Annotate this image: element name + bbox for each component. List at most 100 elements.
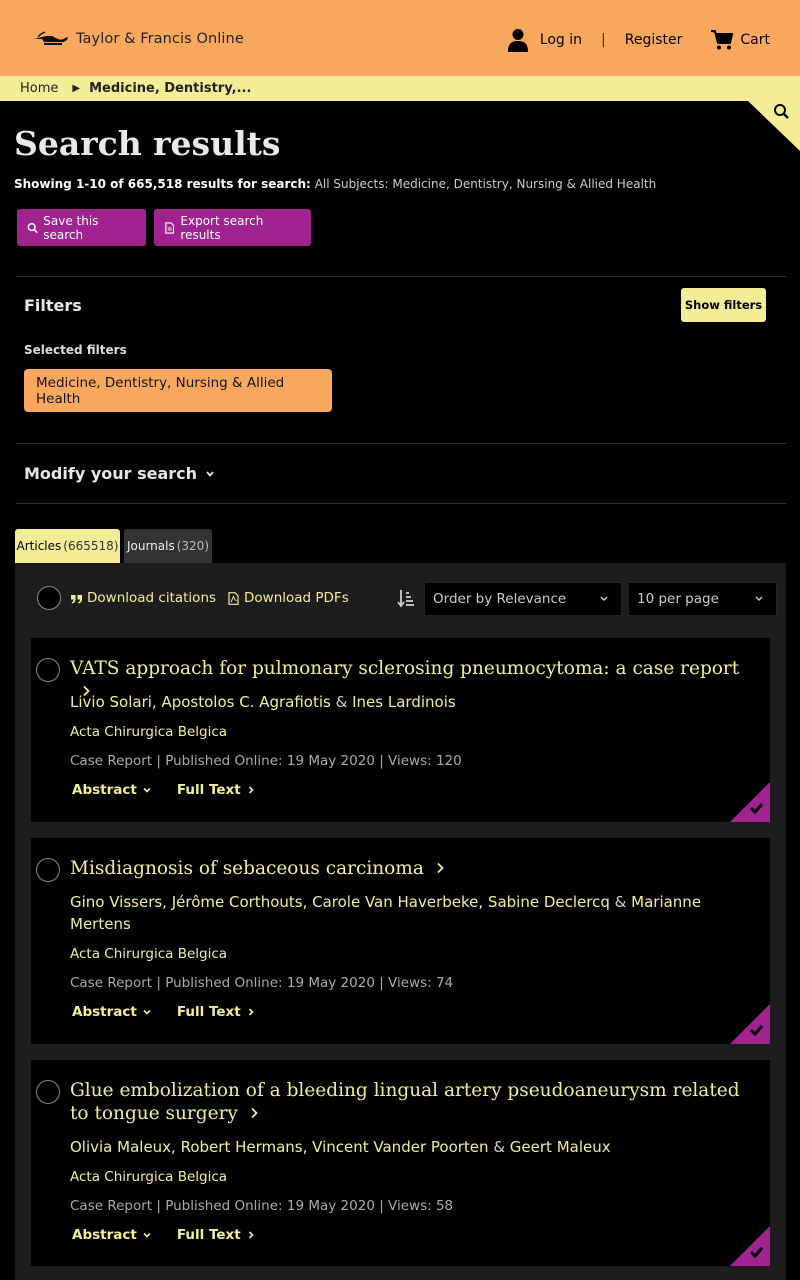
breadcrumb: Home ▶ Medicine, Dentistry,... [0, 76, 800, 101]
order-select-value: Order by Relevance [433, 591, 567, 607]
chevron-right-icon [437, 862, 444, 874]
result-checkbox[interactable] [36, 858, 60, 882]
user-icon [507, 29, 528, 52]
site-logo[interactable]: Taylor & Francis Online [32, 24, 244, 54]
full-text-link[interactable]: Full Text [177, 1227, 255, 1243]
download-pdfs-label: Download PDFs [244, 590, 349, 606]
chevron-down-icon [755, 596, 763, 601]
result-authors-list[interactable]: Olivia Maleux, Robert Hermans, Vincent V… [70, 1138, 489, 1156]
result-author-last[interactable]: Geert Maleux [510, 1138, 611, 1156]
chevron-right-icon [248, 1231, 254, 1239]
nav-separator: | [601, 32, 606, 48]
tab-journals-label: Journals [126, 539, 175, 553]
lamp-logo-icon [32, 28, 70, 50]
result-title-link[interactable]: Glue embolization of a bleeding lingual … [70, 1079, 740, 1125]
chevron-right-icon [251, 1107, 258, 1119]
result-authors: Olivia Maleux, Robert Hermans, Vincent V… [70, 1136, 730, 1158]
tab-journals[interactable]: Journals (320) [124, 529, 212, 563]
select-all-checkbox[interactable] [37, 586, 61, 610]
tab-journals-count: (320) [176, 539, 210, 553]
result-links: Abstract Full Text [72, 1004, 255, 1020]
result-journal[interactable]: Acta Chirurgica Belgica [70, 1169, 227, 1185]
breadcrumb-home[interactable]: Home [20, 81, 58, 96]
sort-icon[interactable] [397, 588, 415, 608]
result-links: Abstract Full Text [72, 1227, 255, 1243]
access-checkmark-icon [730, 782, 770, 822]
chevron-down-icon [206, 470, 214, 477]
download-citations-label: Download citations [87, 590, 217, 606]
abstract-toggle[interactable]: Abstract [72, 1004, 151, 1020]
order-select[interactable]: Order by Relevance [424, 582, 622, 616]
page-title: Search results [14, 124, 281, 163]
export-results-label: Export search results [180, 213, 264, 242]
result-meta: Case Report | Published Online: 19 May 2… [70, 975, 454, 991]
divider [16, 276, 786, 277]
result-title: Glue embolization of a bleeding lingual … [70, 1080, 740, 1124]
chevron-down-icon [600, 596, 608, 601]
result-authors-list[interactable]: Livio Solari, Apostolos C. Agrafiotis [70, 693, 331, 711]
result-author-last[interactable]: Ines Lardinois [352, 693, 456, 711]
result-card: VATS approach for pulmonary sclerosing p… [31, 638, 770, 822]
tab-articles-count: (665518) [63, 539, 119, 553]
full-text-link[interactable]: Full Text [177, 1004, 255, 1020]
abstract-label: Abstract [72, 782, 137, 798]
download-citations-link[interactable]: Download citations [70, 590, 216, 606]
abstract-label: Abstract [72, 1004, 137, 1020]
author-ampersand: & [335, 693, 348, 711]
chevron-down-icon [143, 1232, 151, 1238]
tab-articles-label: Articles [16, 539, 62, 553]
divider [16, 503, 786, 504]
result-title: Misdiagnosis of sebaceous carcinoma [70, 858, 424, 879]
result-card: Misdiagnosis of sebaceous carcinoma Gino… [31, 838, 770, 1044]
result-meta: Case Report | Published Online: 19 May 2… [70, 753, 462, 769]
abstract-toggle[interactable]: Abstract [72, 1227, 151, 1243]
selected-filters-label: Selected filters [24, 343, 127, 357]
full-text-link[interactable]: Full Text [177, 782, 255, 798]
results-summary: Showing 1-10 of 665,518 results for sear… [14, 177, 656, 191]
result-checkbox[interactable] [36, 658, 60, 682]
modify-search-toggle[interactable]: Modify your search [24, 464, 215, 483]
result-journal[interactable]: Acta Chirurgica Belgica [70, 724, 227, 740]
full-text-label: Full Text [176, 1227, 241, 1243]
selected-filter-chip[interactable]: Medicine, Dentistry, Nursing & Allied He… [24, 369, 332, 412]
results-toolbar: Download citations Download PDFs Order b… [15, 563, 786, 635]
divider [16, 443, 786, 444]
result-title-link[interactable]: Misdiagnosis of sebaceous carcinoma [70, 857, 740, 880]
result-authors: Gino Vissers, Jérôme Corthouts, Carole V… [70, 891, 730, 935]
tab-articles[interactable]: Articles (665518) [15, 529, 120, 569]
result-title: VATS approach for pulmonary sclerosing p… [70, 658, 740, 679]
result-checkbox[interactable] [36, 1080, 60, 1104]
per-page-value: 10 per page [637, 591, 719, 607]
author-ampersand: & [493, 1138, 506, 1156]
result-authors: Livio Solari, Apostolos C. Agrafiotis & … [70, 691, 730, 713]
chevron-right-icon [248, 1008, 254, 1016]
full-text-label: Full Text [176, 1004, 241, 1020]
show-filters-button[interactable]: Show filters [681, 288, 766, 322]
breadcrumb-current[interactable]: Medicine, Dentistry,... [89, 81, 251, 96]
export-results-button[interactable]: Export search results [154, 209, 311, 246]
search-toggle-icon[interactable] [748, 101, 800, 151]
register-link[interactable]: Register [625, 32, 683, 48]
logo-text: Taylor & Francis Online [76, 31, 244, 47]
full-text-label: Full Text [176, 782, 241, 798]
file-icon [165, 221, 175, 234]
search-icon [27, 222, 38, 233]
modify-search-label: Modify your search [24, 464, 198, 483]
result-authors-list[interactable]: Gino Vissers, Jérôme Corthouts, Carole V… [70, 893, 610, 911]
result-journal[interactable]: Acta Chirurgica Belgica [70, 946, 227, 962]
download-pdfs-link[interactable]: Download PDFs [227, 590, 349, 606]
filters-heading: Filters [24, 296, 82, 315]
abstract-toggle[interactable]: Abstract [72, 782, 151, 798]
save-search-button[interactable]: Save this search [17, 209, 146, 246]
chevron-down-icon [143, 1009, 151, 1015]
site-header: Taylor & Francis Online Log in | Registe… [0, 0, 800, 76]
per-page-select[interactable]: 10 per page [628, 582, 777, 616]
chevron-down-icon [143, 787, 151, 793]
author-ampersand: & [614, 893, 627, 911]
result-card: Glue embolization of a bleeding lingual … [31, 1060, 770, 1266]
results-count: Showing 1-10 of 665,518 results for sear… [14, 177, 311, 191]
breadcrumb-arrow-icon: ▶ [72, 83, 81, 94]
search-query: All Subjects: Medicine, Dentistry, Nursi… [314, 177, 657, 191]
login-link[interactable]: Log in [540, 32, 582, 48]
cart-link[interactable]: Cart [740, 32, 770, 48]
